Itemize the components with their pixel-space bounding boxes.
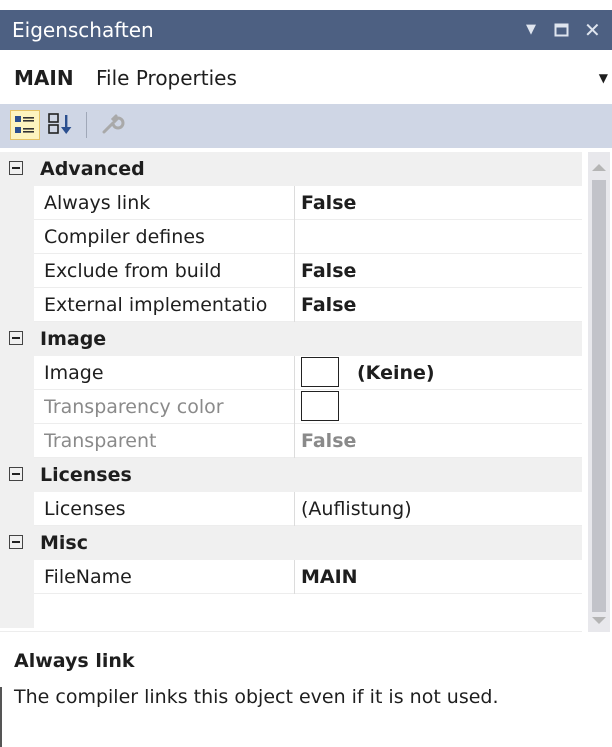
categorized-icon xyxy=(15,116,34,133)
property-row-external-implementation[interactable]: External implementatio False xyxy=(0,288,582,322)
property-grid: Advanced Always link False Compiler defi… xyxy=(0,152,590,632)
property-name: Transparency color xyxy=(44,396,224,418)
property-name: Compiler defines xyxy=(44,226,205,248)
object-dropdown-icon[interactable]: ▼ xyxy=(599,50,608,106)
property-value[interactable]: False xyxy=(294,254,582,288)
categorized-button[interactable] xyxy=(10,110,40,140)
collapse-icon[interactable] xyxy=(9,535,23,549)
category-advanced[interactable]: Advanced xyxy=(0,152,582,186)
property-value[interactable]: False xyxy=(294,288,582,322)
property-row-image[interactable]: Image (Keine) xyxy=(0,356,582,390)
row-gutter xyxy=(0,254,34,288)
maximize-icon[interactable] xyxy=(554,10,570,50)
row-gutter xyxy=(0,424,34,458)
property-row-filename[interactable]: FileName MAIN xyxy=(0,560,582,594)
property-value[interactable]: False xyxy=(294,186,582,220)
properties-panel: Eigenschaften ▼ ✕ MAIN File Properties ▼ xyxy=(0,0,612,747)
pane-edge xyxy=(0,687,2,747)
scroll-thumb[interactable] xyxy=(592,180,606,612)
wrench-icon xyxy=(102,114,125,134)
collapse-icon[interactable] xyxy=(9,331,23,345)
property-value-image[interactable]: (Keine) xyxy=(294,356,582,390)
property-row-transparent[interactable]: Transparent False xyxy=(0,424,582,458)
window-position-dropdown-icon[interactable]: ▼ xyxy=(526,10,536,50)
property-value-color[interactable] xyxy=(294,390,582,424)
color-swatch xyxy=(301,391,339,421)
property-row-compiler-defines[interactable]: Compiler defines xyxy=(0,220,582,254)
scroll-up-arrow-icon[interactable] xyxy=(592,164,606,171)
collapse-icon[interactable] xyxy=(9,161,23,175)
description-text: The compiler links this object even if i… xyxy=(14,686,499,708)
property-name: FileName xyxy=(44,566,132,588)
collapse-icon[interactable] xyxy=(9,467,23,481)
panel-title-bar[interactable]: Eigenschaften ▼ ✕ xyxy=(0,10,612,50)
close-icon[interactable]: ✕ xyxy=(584,10,601,50)
row-gutter xyxy=(0,356,34,390)
toolbar-separator xyxy=(86,112,87,138)
vertical-scrollbar[interactable] xyxy=(588,152,610,632)
category-label: Advanced xyxy=(40,158,145,180)
property-value[interactable]: MAIN xyxy=(294,560,582,594)
property-name: Always link xyxy=(44,192,151,214)
property-pages-button[interactable] xyxy=(98,110,128,140)
object-selector[interactable]: MAIN File Properties ▼ xyxy=(0,50,612,105)
row-gutter xyxy=(0,288,34,322)
property-name: Transparent xyxy=(44,430,157,452)
row-gutter xyxy=(0,492,34,526)
property-value[interactable]: False xyxy=(294,424,582,458)
panel-title: Eigenschaften xyxy=(12,18,154,42)
property-value[interactable] xyxy=(294,220,582,254)
category-licenses[interactable]: Licenses xyxy=(0,458,582,492)
property-name: Licenses xyxy=(44,498,126,520)
property-name: Image xyxy=(44,362,104,384)
row-gutter xyxy=(0,594,34,628)
object-type: File Properties xyxy=(96,66,237,90)
property-row-always-link[interactable]: Always link False xyxy=(0,186,582,220)
category-label: Image xyxy=(40,328,107,350)
property-value: (Keine) xyxy=(357,362,435,384)
row-gutter xyxy=(0,560,34,594)
scroll-down-arrow-icon[interactable] xyxy=(592,617,606,624)
row-gutter xyxy=(0,390,34,424)
category-image[interactable]: Image xyxy=(0,322,582,356)
description-pane: Always link The compiler links this obje… xyxy=(0,632,612,747)
property-value[interactable]: (Auflistung) xyxy=(294,492,582,526)
category-label: Misc xyxy=(40,532,88,554)
description-title: Always link xyxy=(14,650,135,672)
object-name: MAIN xyxy=(14,66,74,90)
row-gutter xyxy=(0,186,34,220)
property-row-partial xyxy=(0,594,582,632)
category-misc[interactable]: Misc xyxy=(0,526,582,560)
image-preview-swatch xyxy=(301,357,339,387)
category-label: Licenses xyxy=(40,464,132,486)
property-name: External implementatio xyxy=(44,294,268,316)
property-row-transparency-color[interactable]: Transparency color xyxy=(0,390,582,424)
property-row-exclude-from-build[interactable]: Exclude from build False xyxy=(0,254,582,288)
alphabetical-button[interactable] xyxy=(46,110,76,140)
property-row-licenses[interactable]: Licenses (Auflistung) xyxy=(0,492,582,526)
property-name: Exclude from build xyxy=(44,260,222,282)
alphabetical-sort-icon xyxy=(48,113,72,134)
properties-toolbar xyxy=(0,104,612,148)
row-gutter xyxy=(0,220,34,254)
